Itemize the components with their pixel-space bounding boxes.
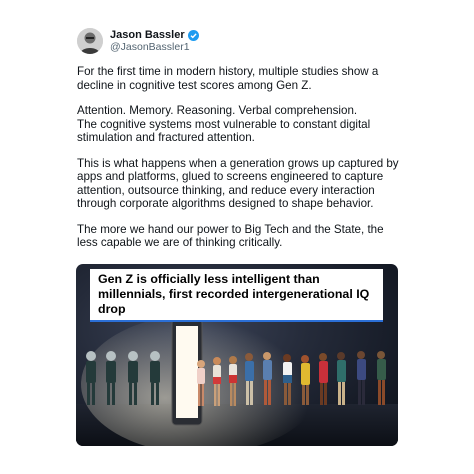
verified-badge-icon: [187, 29, 199, 41]
tweet-paragraph: For the first time in modern history, mu…: [77, 65, 379, 92]
tweet-card: Jason Bassler @JasonBassler1 For the fir…: [77, 26, 399, 262]
author-handle[interactable]: @JasonBassler1: [110, 41, 199, 53]
tweet-paragraph: This is what happens when a generation g…: [77, 156, 399, 211]
tweet-paragraph: The more we hand our power to Big Tech a…: [77, 222, 384, 250]
tweet-media-image[interactable]: Gen Z is officially less intelligent tha…: [76, 264, 398, 446]
tweet-text: For the first time in modern history, mu…: [77, 65, 407, 250]
author-info: Jason Bassler @JasonBassler1: [110, 29, 199, 53]
tweet-header: Jason Bassler @JasonBassler1: [77, 26, 399, 56]
media-headline: Gen Z is officially less intelligent tha…: [90, 269, 383, 322]
tweet-paragraph: Attention. Memory. Reasoning. Verbal com…: [77, 104, 371, 144]
author-name[interactable]: Jason Bassler: [110, 29, 185, 41]
person-avatar-icon[interactable]: [77, 28, 103, 54]
